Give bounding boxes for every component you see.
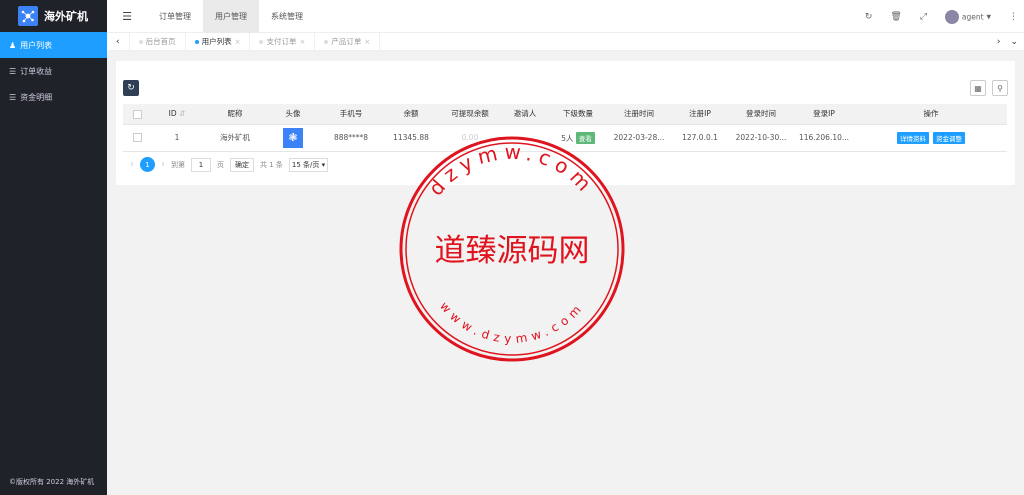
tab-user-list[interactable]: 用户列表 ×: [186, 32, 251, 51]
pagination: ‹ 1 › 到第 1 页 确定 共 1 条 15 条/页 ▾: [130, 157, 329, 172]
sidebar-item-label: 订单收益: [20, 66, 53, 76]
cell-nickname: 海外矿机: [203, 124, 267, 152]
sidebar-item-label: 用户列表: [20, 40, 53, 50]
tab-bar: ‹ 后台首页 用户列表 × 支付订单 × 产品订单 × › ⌄: [107, 32, 1024, 51]
cell-avatar: ❃: [267, 124, 319, 152]
prev-page-icon[interactable]: ‹: [130, 159, 134, 170]
list-icon: ☰: [9, 66, 17, 76]
col-header: 昵称: [203, 104, 267, 125]
refresh-icon[interactable]: ↻: [865, 12, 873, 22]
watermark-center-text: 道臻源码网: [435, 233, 590, 269]
col-header: 登录时间: [729, 104, 793, 125]
cell-actions: 详情资料 资金调整: [855, 124, 1007, 152]
sidebar-item-user-list[interactable]: ♟ 用户列表: [0, 32, 107, 58]
page-size-select[interactable]: 15 条/页 ▾: [288, 157, 329, 172]
fund-adjust-button[interactable]: 资金调整: [933, 131, 965, 144]
sidebar-item-fund-detail[interactable]: ☰ 资金明细: [0, 84, 107, 110]
users-icon: ♟: [9, 40, 17, 50]
trash-icon[interactable]: 🗑: [890, 12, 901, 22]
select-all-checkbox[interactable]: [123, 104, 151, 125]
tab-label: 产品订单: [331, 37, 362, 46]
logo-icon: [18, 6, 38, 26]
columns-icon[interactable]: ▦: [970, 80, 986, 96]
sidebar: 海外矿机 ♟ 用户列表 ☰ 订单收益 ☰ 资金明细 ©版权所有 2022 海外矿…: [0, 0, 107, 495]
logo: 海外矿机: [0, 0, 107, 32]
app-title: 海外矿机: [44, 10, 88, 23]
refresh-button[interactable]: ↻: [123, 80, 139, 96]
col-header: 余额: [383, 104, 439, 125]
more-icon[interactable]: ⋮: [1009, 12, 1018, 22]
cell-reg-ip: 127.0.0.1: [671, 124, 729, 152]
copyright: ©版权所有 2022 海外矿机: [9, 478, 95, 486]
username: agent: [961, 12, 984, 21]
menu-toggle-icon[interactable]: ☰: [107, 10, 147, 23]
row-checkbox[interactable]: [123, 124, 151, 152]
watermark-bottom-text: www.dzymw.com: [437, 299, 587, 346]
cell-id: 1: [151, 124, 203, 152]
nav-order-management[interactable]: 订单管理: [147, 0, 203, 33]
page-unit: 页: [217, 160, 224, 169]
tab-product-orders[interactable]: 产品订单 ×: [315, 32, 381, 51]
watermark-top-text: dzymw.com: [424, 140, 600, 200]
close-icon[interactable]: ×: [235, 38, 241, 46]
user-menu[interactable]: agent ▾: [945, 9, 991, 24]
cell-login-time: 2022-10-30...: [729, 124, 793, 152]
tab-prev-icon[interactable]: ‹: [107, 32, 130, 51]
total-count: 共 1 条: [260, 160, 283, 169]
tab-next-icon[interactable]: ›: [997, 37, 1001, 47]
col-header: 操作: [855, 104, 1007, 125]
col-header: 注册时间: [607, 104, 671, 125]
cell-login-ip: 116.206.10...: [793, 124, 855, 152]
sidebar-item-order-income[interactable]: ☰ 订单收益: [0, 58, 107, 84]
col-header: 可提现余额: [439, 104, 501, 125]
tab-label: 支付订单: [266, 37, 297, 46]
close-icon[interactable]: ×: [299, 38, 305, 46]
confirm-button[interactable]: 确定: [230, 157, 254, 172]
chevron-down-icon[interactable]: ⌄: [1010, 37, 1018, 47]
fullscreen-icon[interactable]: ⤢: [920, 12, 927, 22]
col-header: 邀请人: [501, 104, 549, 125]
nav-user-management[interactable]: 用户管理: [203, 0, 259, 33]
tab-label: 后台首页: [145, 37, 176, 46]
sidebar-item-label: 资金明细: [20, 92, 53, 102]
close-icon[interactable]: ×: [364, 38, 370, 46]
list-icon: ☰: [9, 92, 17, 102]
col-header: 注册IP: [671, 104, 729, 125]
details-button[interactable]: 详情资料: [897, 131, 929, 144]
col-header: 下级数量: [549, 104, 607, 125]
nav-system-management[interactable]: 系统管理: [259, 0, 315, 33]
watermark-stamp: dzymw.com 道臻源码网 www.dzymw.com: [399, 136, 625, 362]
goto-label: 到第: [171, 160, 185, 169]
col-header: 手机号: [319, 104, 383, 125]
search-icon[interactable]: ⚲: [992, 80, 1008, 96]
goto-page-input[interactable]: 1: [191, 157, 211, 172]
top-bar: ☰ 订单管理 用户管理 系统管理 ↻ 🗑 ⤢ agent ▾ ⋮: [107, 0, 1024, 33]
next-page-icon[interactable]: ›: [161, 159, 165, 170]
tab-label: 用户列表: [201, 37, 232, 46]
tab-payment-orders[interactable]: 支付订单 ×: [250, 32, 316, 51]
cell-phone: 888****8: [319, 124, 383, 152]
col-header: 登录IP: [793, 104, 855, 125]
avatar: ❃: [283, 127, 303, 148]
col-header: 头像: [267, 104, 319, 125]
tab-home[interactable]: 后台首页: [130, 32, 186, 51]
col-header[interactable]: ID ⇵: [151, 104, 203, 125]
avatar: [945, 9, 960, 24]
caret-down-icon: ▾: [986, 12, 991, 22]
page-current[interactable]: 1: [140, 157, 155, 172]
